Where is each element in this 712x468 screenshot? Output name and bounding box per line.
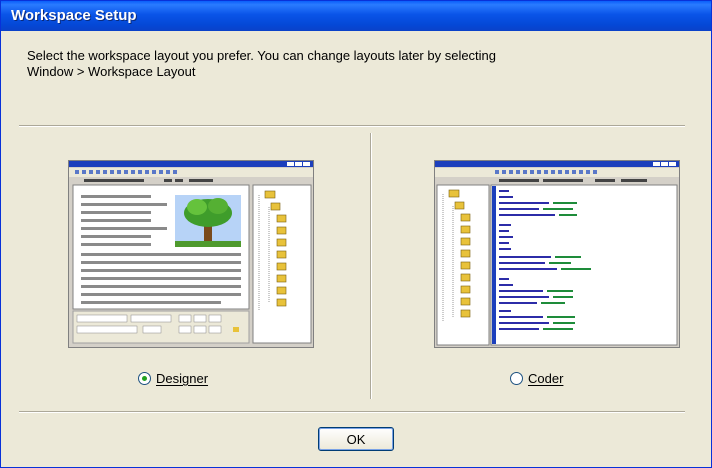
coder-option[interactable]: Coder xyxy=(510,371,563,386)
instruction-line-1: Select the workspace layout you prefer. … xyxy=(27,48,497,63)
coder-preview-image[interactable] xyxy=(434,160,680,348)
window-title: Workspace Setup xyxy=(11,7,137,24)
ok-button-label: OK xyxy=(346,431,366,447)
designer-radio-button[interactable] xyxy=(138,372,151,385)
coder-radio-button[interactable] xyxy=(510,372,523,385)
top-divider xyxy=(19,125,685,127)
designer-label: Designer xyxy=(156,371,209,386)
title-bar[interactable]: Workspace Setup xyxy=(1,1,711,31)
ok-button[interactable]: OK xyxy=(318,427,394,451)
instruction-line-2: Window > Workspace Layout xyxy=(27,64,196,79)
designer-option[interactable]: Designer xyxy=(138,371,208,386)
center-divider xyxy=(370,133,372,399)
instruction-text: Select the workspace layout you prefer. … xyxy=(27,48,687,80)
bottom-divider xyxy=(19,411,685,413)
coder-label: Coder xyxy=(528,371,564,386)
designer-preview-image[interactable] xyxy=(68,160,314,348)
workspace-setup-dialog: Workspace Setup Select the workspace lay… xyxy=(0,0,712,468)
